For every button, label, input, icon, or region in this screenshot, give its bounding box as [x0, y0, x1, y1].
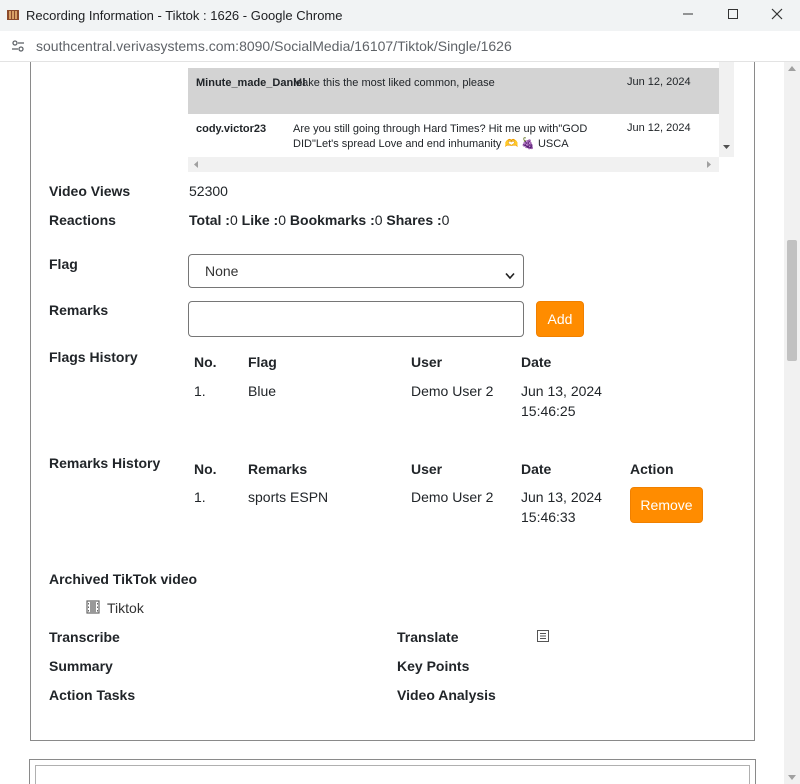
bookmarks-label: Bookmarks :: [289, 212, 375, 228]
page-scrollbar[interactable]: [784, 62, 800, 784]
archived-video-label: Archived TikTok video: [49, 571, 198, 587]
bookmarks-value: 0: [374, 212, 383, 228]
minimize-button[interactable]: [665, 0, 711, 31]
total-value: 0: [229, 212, 238, 228]
chevron-down-icon: [505, 267, 515, 285]
remark-row-user: Demo User 2: [411, 489, 494, 505]
close-button[interactable]: [754, 0, 800, 31]
remarks-header-no: No.: [194, 461, 217, 477]
address-bar[interactable]: southcentral.verivasystems.com:8090/Soci…: [0, 31, 800, 62]
remarks-header-remarks: Remarks: [248, 461, 308, 477]
comment-text: Make this the most liked common, please: [293, 77, 495, 89]
flag-select[interactable]: None: [188, 254, 524, 288]
remarks-label: Remarks: [49, 302, 109, 318]
remarks-history-label: Remarks History: [49, 455, 161, 471]
key-points-link[interactable]: Key Points: [397, 658, 469, 674]
comment-date: Jun 12, 2024: [627, 122, 691, 134]
scrollbar-thumb[interactable]: [787, 240, 797, 361]
scroll-up-icon[interactable]: [788, 66, 796, 71]
comments-horizontal-scrollbar[interactable]: [188, 157, 719, 172]
shares-value: 0: [441, 212, 450, 228]
transcribe-link[interactable]: Transcribe: [49, 629, 120, 645]
film-icon: [86, 600, 100, 619]
add-remark-button[interactable]: Add: [536, 301, 584, 337]
flags-header-date: Date: [521, 354, 552, 370]
next-card-inner: [35, 765, 750, 784]
flags-history-label: Flags History: [49, 349, 138, 365]
flags-header-user: User: [411, 354, 443, 370]
page-viewport: Minute_made_Daniel Make this the most li…: [0, 62, 784, 784]
remove-remark-button[interactable]: Remove: [630, 487, 703, 523]
comment-user: cody.victor23: [196, 123, 267, 135]
reactions-label: Reactions: [49, 212, 116, 228]
shares-label: Shares :: [386, 212, 442, 228]
minimize-icon: [682, 7, 694, 25]
comment-row[interactable]: cody.victor23 Are you still going throug…: [188, 114, 719, 157]
scroll-down-icon[interactable]: [788, 775, 796, 780]
comment-user: Minute_made_Daniel: [196, 77, 306, 89]
comment-text: Are you still going through Hard Times? …: [293, 123, 588, 150]
comment-date: Jun 12, 2024: [627, 76, 691, 88]
flag-row-time: 15:46:25: [521, 403, 576, 419]
flags-header-no: No.: [194, 354, 217, 370]
flags-header-flag: Flag: [248, 354, 277, 370]
video-analysis-link[interactable]: Video Analysis: [397, 687, 496, 703]
flag-row-date: Jun 13, 2024: [521, 383, 602, 399]
close-icon: [771, 7, 783, 25]
flag-row-no: 1.: [194, 383, 206, 399]
video-views-value: 52300: [189, 183, 228, 199]
translate-link[interactable]: Translate: [397, 629, 458, 645]
remark-row-no: 1.: [194, 489, 206, 505]
site-info-icon[interactable]: [10, 38, 26, 54]
url-text[interactable]: southcentral.verivasystems.com:8090/Soci…: [36, 38, 512, 54]
window-title: Recording Information - Tiktok : 1626 - …: [26, 8, 343, 23]
remark-row-date: Jun 13, 2024: [521, 489, 602, 505]
like-value: 0: [278, 212, 287, 228]
comments-vertical-scrollbar[interactable]: [719, 62, 734, 157]
reactions-summary: Total :0 Like :0 Bookmarks :0 Shares :0: [189, 212, 449, 228]
flag-row-user: Demo User 2: [411, 383, 494, 399]
video-views-label: Video Views: [49, 183, 131, 199]
comments-table: Minute_made_Daniel Make this the most li…: [188, 62, 734, 172]
maximize-button[interactable]: [710, 0, 756, 31]
remarks-header-date: Date: [521, 461, 552, 477]
flag-row-flag: Blue: [248, 383, 277, 399]
remarks-header-action: Action: [630, 461, 674, 477]
remarks-input[interactable]: [188, 301, 524, 337]
flag-selected-value: None: [205, 263, 239, 279]
window-titlebar: Recording Information - Tiktok : 1626 - …: [0, 0, 800, 32]
remarks-header-user: User: [411, 461, 443, 477]
comment-row[interactable]: Minute_made_Daniel Make this the most li…: [188, 68, 719, 114]
flag-label: Flag: [49, 256, 78, 272]
tiktok-video-link[interactable]: Tiktok: [107, 600, 144, 616]
remark-row-time: 15:46:33: [521, 509, 576, 525]
app-icon: [6, 8, 20, 22]
total-label: Total :: [189, 212, 230, 228]
document-icon[interactable]: [536, 629, 550, 648]
summary-link[interactable]: Summary: [49, 658, 113, 674]
maximize-icon: [727, 7, 739, 25]
like-label: Like :: [241, 212, 279, 228]
next-card: [29, 759, 756, 784]
action-tasks-link[interactable]: Action Tasks: [49, 687, 135, 703]
remark-row-text: sports ESPN: [248, 489, 329, 505]
